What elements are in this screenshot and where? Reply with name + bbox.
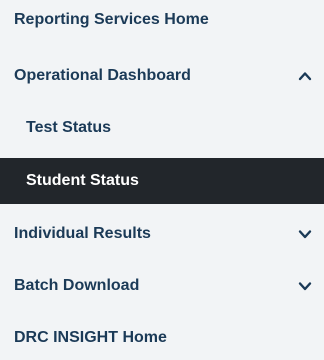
chevron-down-icon[interactable] [298,279,312,293]
nav-item-label: Operational Dashboard [14,67,191,84]
nav-item-reporting-services-home[interactable]: Reporting Services Home [0,0,324,40]
nav-item-drc-insight-home[interactable]: DRC INSIGHT Home [0,316,324,360]
nav-item-label: Student Status [26,172,139,189]
nav-item-label: Reporting Services Home [14,11,209,28]
nav-item-label: DRC INSIGHT Home [14,329,167,346]
nav-item-individual-results[interactable]: Individual Results [0,212,324,256]
nav-item-label: Batch Download [14,277,140,294]
chevron-down-icon[interactable] [298,227,312,241]
reporting-nav: Reporting Services Home Operational Dash… [0,0,324,360]
nav-item-operational-dashboard[interactable]: Operational Dashboard [0,54,324,98]
nav-item-batch-download[interactable]: Batch Download [0,264,324,308]
nav-item-student-status[interactable]: Student Status [0,158,324,204]
nav-item-test-status[interactable]: Test Status [0,106,324,150]
nav-item-label: Individual Results [14,225,151,242]
nav-item-label: Test Status [26,119,112,136]
chevron-up-icon[interactable] [298,69,312,83]
